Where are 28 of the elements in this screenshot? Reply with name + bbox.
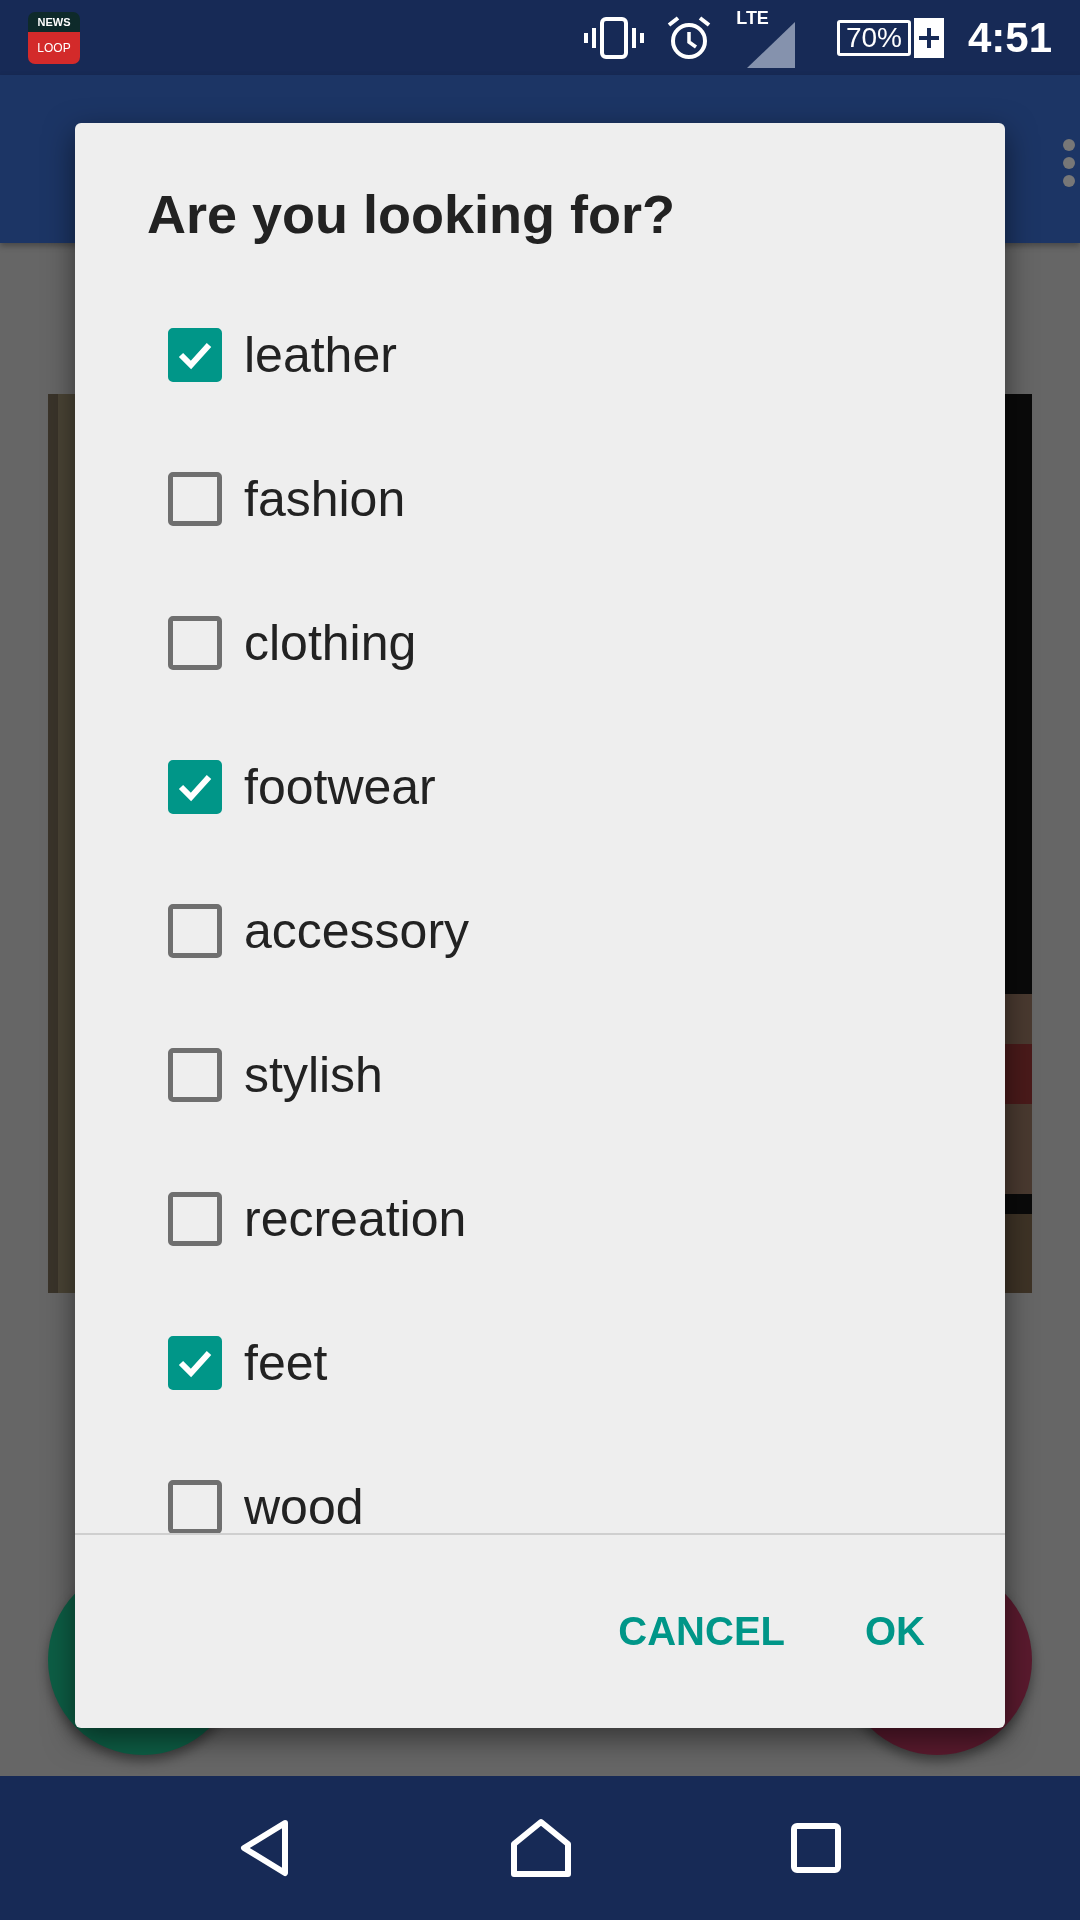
option-label[interactable]: accessory [244,902,470,960]
checkbox[interactable] [168,1192,222,1246]
more-options-icon[interactable] [1062,138,1076,188]
option-label[interactable]: stylish [244,1046,383,1104]
option-label[interactable]: footwear [244,758,436,816]
clock-time: 4:51 [967,13,1052,62]
alarm-clock-icon [666,14,713,61]
home-icon[interactable] [510,1818,572,1878]
option-label[interactable]: leather [244,326,397,384]
checkbox[interactable] [168,1336,222,1390]
network-type: LTE [736,7,769,29]
dialog-title: Are you looking for? [146,183,676,246]
checkbox[interactable] [168,1480,222,1533]
option-label[interactable]: wood [244,1478,364,1533]
checkbox[interactable] [168,760,222,814]
checkbox[interactable] [168,616,222,670]
checkbox[interactable] [168,904,222,958]
checkbox[interactable] [168,472,222,526]
battery-icon: 70% [836,19,911,56]
option-label[interactable]: fashion [244,470,406,528]
checkbox[interactable] [168,328,222,382]
checkbox[interactable] [168,1048,222,1102]
charging-plus-icon [913,17,944,58]
option-label[interactable]: recreation [244,1190,467,1248]
vibrate-icon [584,15,645,60]
recent-apps-icon[interactable] [790,1823,841,1873]
option-label[interactable]: clothing [244,614,417,672]
option-label[interactable]: feet [244,1334,328,1392]
